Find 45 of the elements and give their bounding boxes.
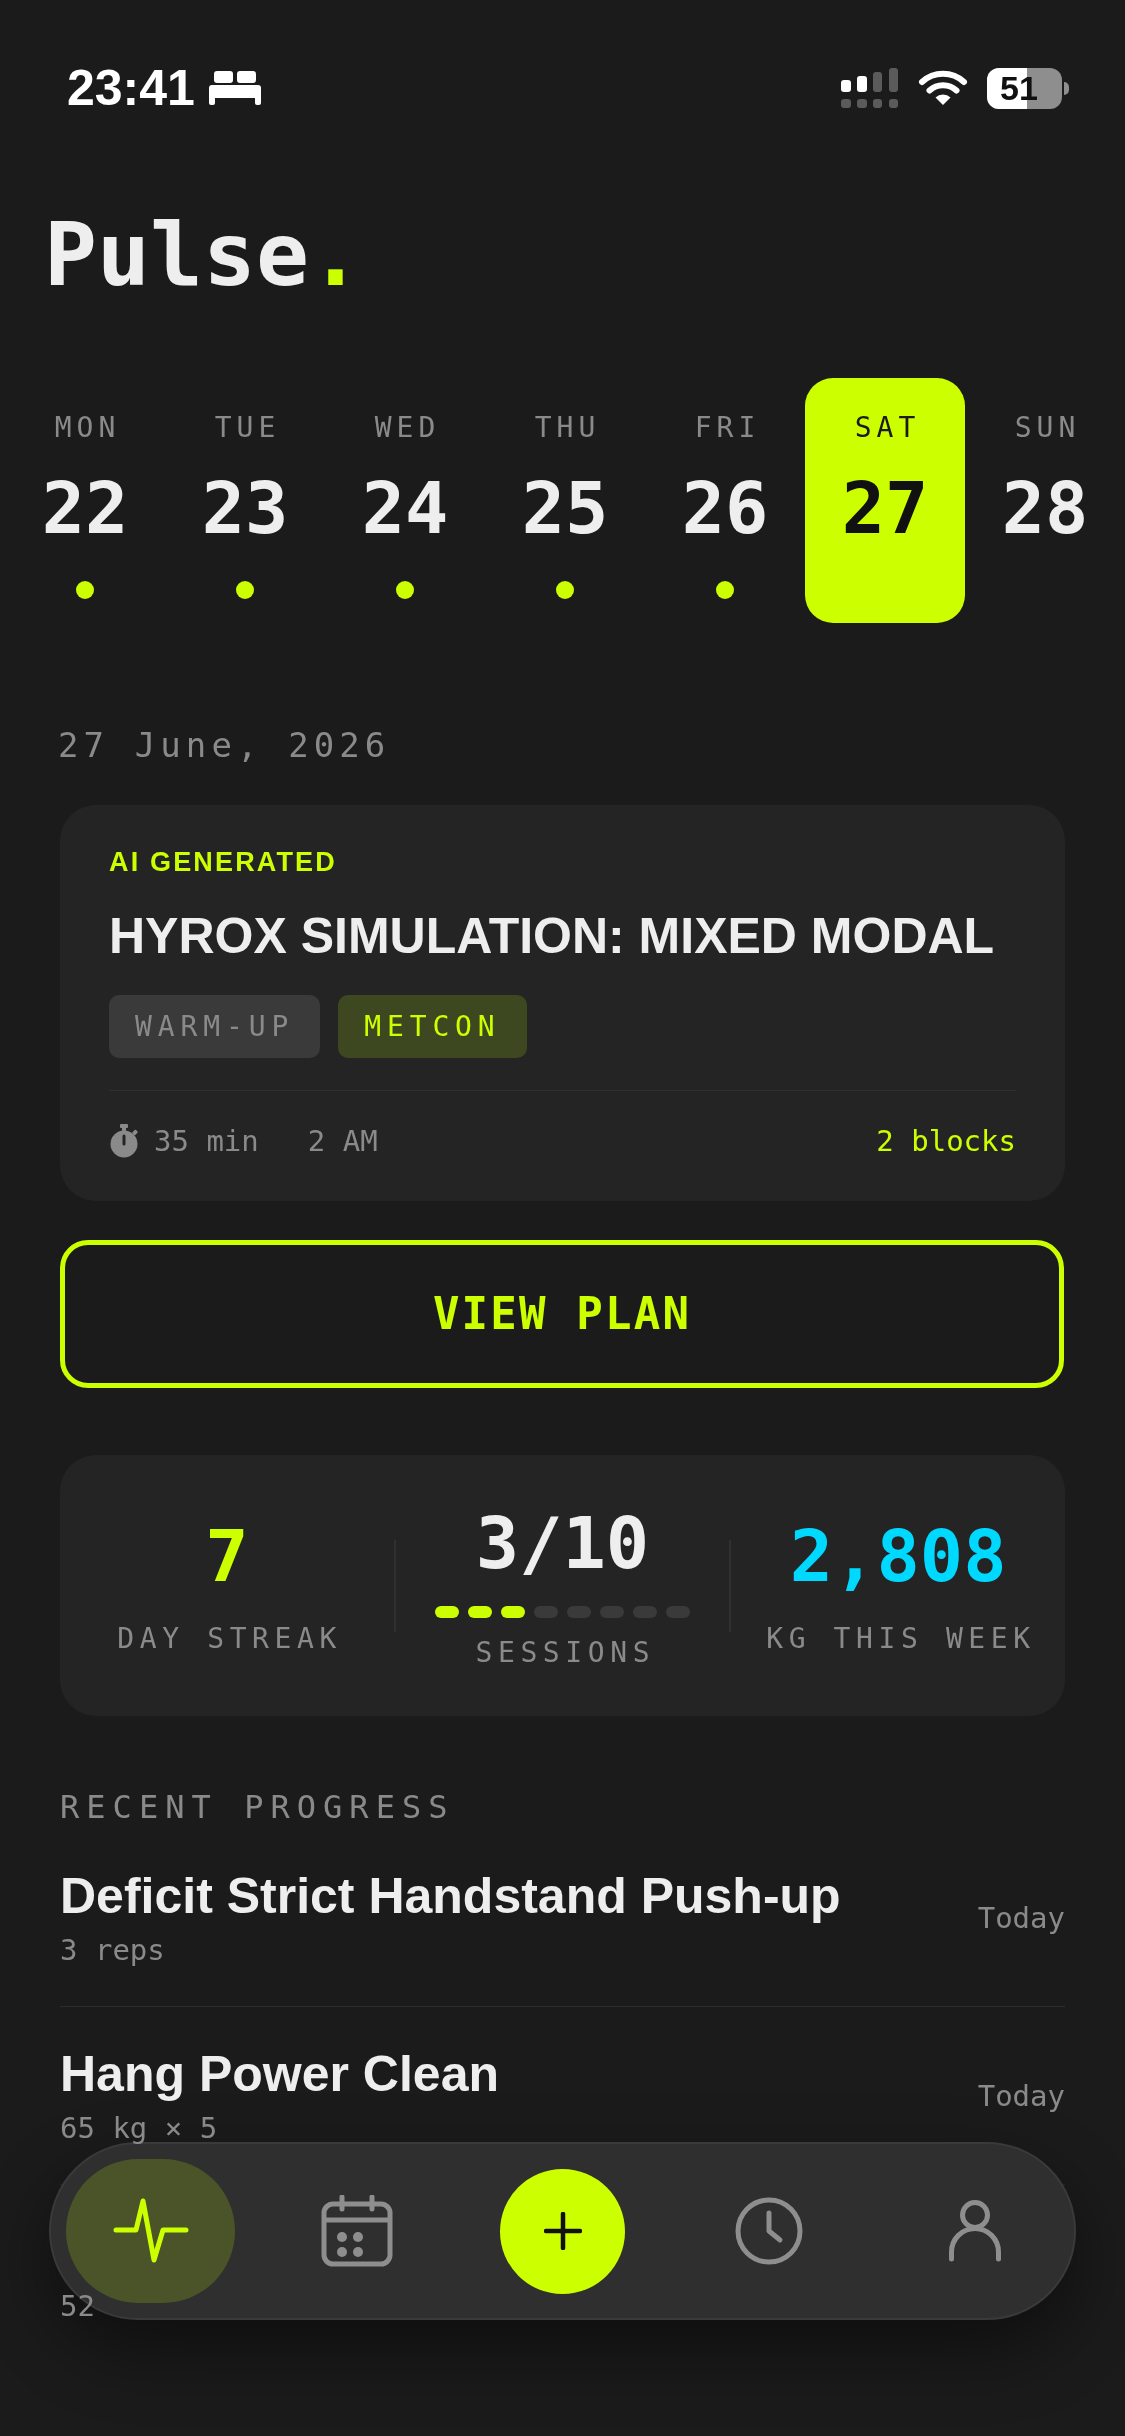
- plus-icon: [543, 2212, 582, 2250]
- exercise-name: Deficit Strict Handstand Push-up: [60, 1869, 841, 1923]
- person-icon: [947, 2200, 1002, 2262]
- workout-title: HYROX SIMULATION: MIXED MODAL: [109, 910, 995, 962]
- stat-value: 2,808: [789, 1516, 1007, 1596]
- stat-label: SESSIONS: [474, 1636, 656, 1669]
- day-tab[interactable]: FRI 26: [645, 378, 805, 623]
- pulse-line-icon: [112, 2197, 189, 2265]
- view-plan-button[interactable]: VIEW PLAN: [60, 1240, 1064, 1388]
- day-tab[interactable]: SAT 27: [805, 378, 965, 623]
- clock-icon: [734, 2197, 803, 2265]
- stat-value: 7: [205, 1516, 249, 1596]
- section-heading: RECENT PROGRESS: [60, 1789, 455, 1825]
- day-tab[interactable]: SUN 28: [965, 378, 1125, 623]
- workout-duration: 35 min: [154, 1123, 259, 1159]
- battery-icon: [987, 67, 1069, 109]
- workout-time: 2 AM: [307, 1123, 378, 1159]
- app-title: Pulse: [44, 211, 309, 299]
- stat-label: KG THIS WEEK: [765, 1623, 1036, 1655]
- cellular-signal-icon: [841, 68, 899, 108]
- status-time: 23:41: [67, 63, 195, 113]
- exercise-result: 3 reps: [60, 1933, 165, 1967]
- exercise-result: 65 kg × 5: [60, 2111, 218, 2145]
- progress-date: Today: [977, 2079, 1065, 2113]
- stopwatch-icon: [109, 1124, 139, 1158]
- progress-date: Today: [977, 1901, 1065, 1935]
- day-tab[interactable]: THU 25: [485, 378, 645, 623]
- day-tab[interactable]: TUE 23: [165, 378, 325, 623]
- block-count: 2 blocks: [876, 1123, 1016, 1159]
- stat-value: 3/10: [475, 1502, 650, 1583]
- calendar-icon: [320, 2195, 393, 2267]
- exercise-name: Hang Power Clean: [60, 2047, 499, 2101]
- ai-generated-label: AI GENERATED: [109, 847, 337, 877]
- workout-card[interactable]: AI GENERATED HYROX SIMULATION: MIXED MODAL WARM-UP METCON 35 min 2 AM 2 blocks: [60, 805, 1065, 1201]
- day-tab[interactable]: MON 22: [5, 378, 165, 623]
- wifi-icon: [918, 70, 968, 106]
- bed-icon: [208, 71, 261, 105]
- selected-date: 27 June, 2026: [58, 727, 391, 763]
- title-accent: .: [308, 211, 362, 299]
- workout-tag: WARM-UP: [109, 995, 321, 1058]
- exercise-result: 52: [60, 2289, 95, 2323]
- battery-percentage: 51: [1000, 71, 1038, 105]
- day-tab[interactable]: WED 24: [325, 378, 485, 623]
- stat-label: DAY STREAK: [116, 1623, 342, 1655]
- workout-tag: METCON: [338, 995, 527, 1058]
